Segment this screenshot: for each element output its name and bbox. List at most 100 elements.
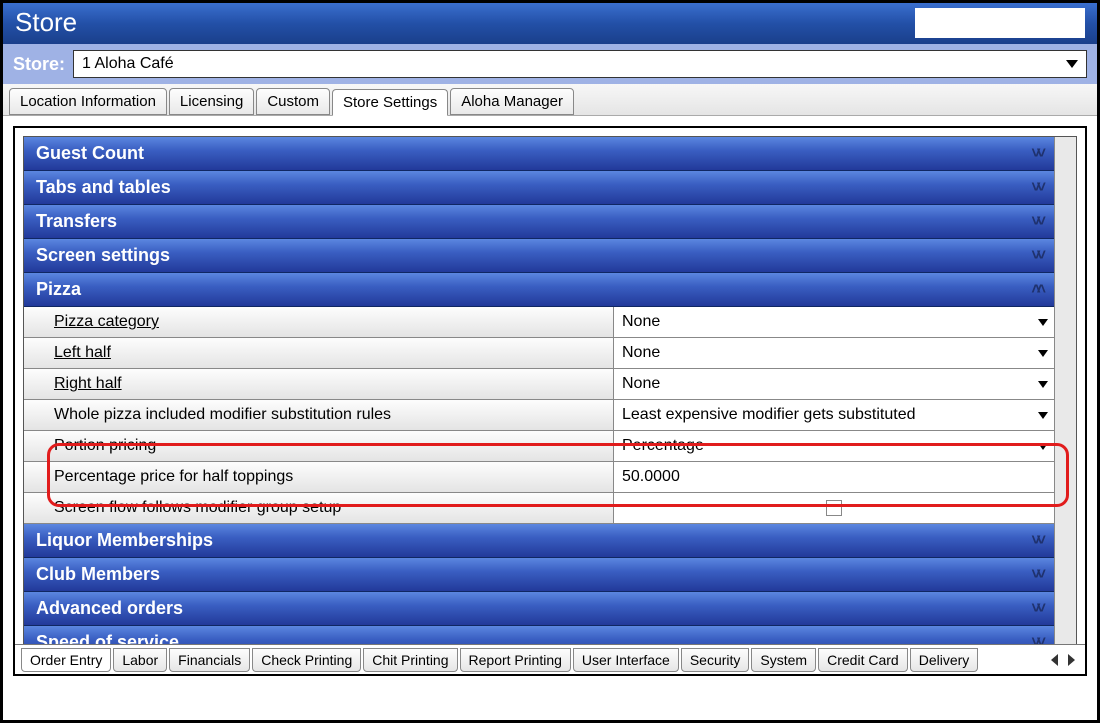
tab-label: Order Entry [30,652,102,668]
tab-credit-card[interactable]: Credit Card [818,648,908,672]
chevron-down-icon [1038,319,1048,326]
tab-label: Security [690,652,741,668]
tab-label: Financials [178,652,241,668]
prop-label: Left half [24,338,614,368]
content-frame: Guest Count ˅˅ Tabs and tables ˅˅ Transf… [13,126,1087,676]
section-title: Liquor Memberships [36,530,213,551]
prop-label-text: Right half [54,375,122,393]
tab-check-printing[interactable]: Check Printing [252,648,361,672]
prop-value-text: Percentage [622,437,704,455]
tab-label: Custom [267,93,319,110]
pizza-category-dropdown[interactable]: None [614,307,1054,337]
percentage-price-input[interactable]: 50.0000 [614,462,1054,492]
tab-label: Chit Printing [372,652,448,668]
page-title: Store [15,7,77,38]
tab-label: Labor [122,652,158,668]
prop-label: Screen flow follows modifier group setup [24,493,614,523]
scrollbar[interactable] [1054,137,1076,665]
top-tabs: Location Information Licensing Custom St… [3,84,1097,116]
prop-label: Portion pricing [24,431,614,461]
prop-value-text: None [622,344,660,362]
prop-label-text: Left half [54,344,111,362]
right-half-dropdown[interactable]: None [614,369,1054,399]
chevron-down-icon [1038,381,1048,388]
prop-value-text: 50.0000 [622,468,680,486]
tab-chit-printing[interactable]: Chit Printing [363,648,457,672]
tab-security[interactable]: Security [681,648,750,672]
store-selected-value: 1 Aloha Café [82,55,174,73]
screen-flow-checkbox-cell [614,493,1054,523]
expand-icon: ˅˅ [1031,179,1042,197]
store-selector-row: Store: 1 Aloha Café [3,44,1097,84]
tab-order-entry[interactable]: Order Entry [21,648,111,672]
tab-licensing[interactable]: Licensing [169,88,254,115]
tab-label: Store Settings [343,94,437,111]
section-transfers[interactable]: Transfers ˅˅ [24,205,1054,239]
scroll-left-icon[interactable] [1051,654,1058,666]
prop-row-portion-pricing: Portion pricing Percentage [24,431,1054,462]
prop-row-right-half: Right half None [24,369,1054,400]
tab-label: Aloha Manager [461,93,563,110]
expand-icon: ˅˅ [1031,532,1042,550]
section-club-members[interactable]: Club Members ˅˅ [24,558,1054,592]
prop-label: Pizza category [24,307,614,337]
prop-label: Whole pizza included modifier substituti… [24,400,614,430]
prop-label-text: Whole pizza included modifier substituti… [54,406,391,424]
tab-label: Location Information [20,93,156,110]
tab-labor[interactable]: Labor [113,648,167,672]
tab-location-information[interactable]: Location Information [9,88,167,115]
prop-row-percentage-price: Percentage price for half toppings 50.00… [24,462,1054,493]
prop-label-text: Portion pricing [54,437,156,455]
tab-store-settings[interactable]: Store Settings [332,89,448,116]
whole-pizza-substitution-dropdown[interactable]: Least expensive modifier gets substitute… [614,400,1054,430]
tab-custom[interactable]: Custom [256,88,330,115]
section-advanced-orders[interactable]: Advanced orders ˅˅ [24,592,1054,626]
expand-icon: ˅˅ [1031,600,1042,618]
tab-label: Check Printing [261,652,352,668]
settings-panel: Guest Count ˅˅ Tabs and tables ˅˅ Transf… [23,136,1077,666]
tab-label: User Interface [582,652,670,668]
prop-label: Right half [24,369,614,399]
tab-label: Credit Card [827,652,899,668]
expand-icon: ˅˅ [1031,566,1042,584]
tab-user-interface[interactable]: User Interface [573,648,679,672]
section-pizza[interactable]: Pizza ˄˄ [24,273,1054,307]
section-guest-count[interactable]: Guest Count ˅˅ [24,137,1054,171]
chevron-down-icon [1038,350,1048,357]
section-title: Advanced orders [36,598,183,619]
tab-aloha-manager[interactable]: Aloha Manager [450,88,574,115]
section-title: Screen settings [36,245,170,266]
expand-icon: ˅˅ [1031,213,1042,231]
prop-label-text: Screen flow follows modifier group setup [54,499,341,517]
section-title: Transfers [36,211,117,232]
expand-icon: ˅˅ [1031,247,1042,265]
prop-label-text: Percentage price for half toppings [54,468,293,486]
title-bar: Store [3,3,1097,44]
tab-label: Report Printing [469,652,562,668]
left-half-dropdown[interactable]: None [614,338,1054,368]
tab-delivery[interactable]: Delivery [910,648,979,672]
section-liquor-memberships[interactable]: Liquor Memberships ˅˅ [24,524,1054,558]
tab-financials[interactable]: Financials [169,648,250,672]
prop-label-text: Pizza category [54,313,159,331]
prop-row-whole-pizza-substitution: Whole pizza included modifier substituti… [24,400,1054,431]
prop-row-left-half: Left half None [24,338,1054,369]
store-dropdown[interactable]: 1 Aloha Café [73,50,1087,78]
screen-flow-checkbox[interactable] [826,500,842,516]
settings-sections: Guest Count ˅˅ Tabs and tables ˅˅ Transf… [24,137,1054,665]
scroll-right-icon[interactable] [1068,654,1075,666]
tab-report-printing[interactable]: Report Printing [460,648,571,672]
chevron-down-icon [1038,412,1048,419]
section-title: Guest Count [36,143,144,164]
chevron-down-icon [1066,60,1078,68]
section-tabs-and-tables[interactable]: Tabs and tables ˅˅ [24,171,1054,205]
bottom-tab-scroll [1051,654,1079,666]
prop-value-text: None [622,313,660,331]
prop-label: Percentage price for half toppings [24,462,614,492]
section-screen-settings[interactable]: Screen settings ˅˅ [24,239,1054,273]
section-title: Pizza [36,279,81,300]
portion-pricing-dropdown[interactable]: Percentage [614,431,1054,461]
prop-row-screen-flow: Screen flow follows modifier group setup [24,493,1054,524]
tab-label: Delivery [919,652,970,668]
tab-system[interactable]: System [751,648,816,672]
